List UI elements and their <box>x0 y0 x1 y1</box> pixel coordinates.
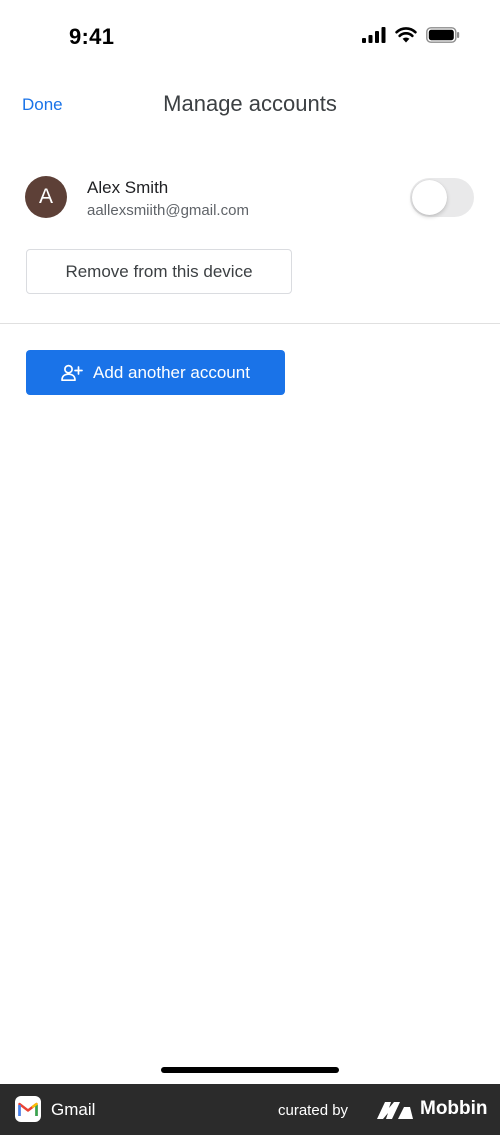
footer-brand: Mobbin <box>420 1098 488 1119</box>
wifi-icon <box>395 27 417 43</box>
nav-bar: Done Manage accounts <box>0 80 500 130</box>
toggle-knob <box>412 180 447 215</box>
status-icons <box>362 27 460 43</box>
add-person-icon <box>61 364 83 381</box>
battery-icon <box>426 27 460 43</box>
cellular-signal-icon <box>362 27 386 43</box>
mobbin-logo-icon <box>377 1102 413 1119</box>
account-name: Alex Smith <box>87 178 169 197</box>
divider <box>0 323 500 324</box>
footer-curated-by: curated by <box>278 1102 349 1119</box>
home-indicator <box>161 1067 339 1073</box>
status-time: 9:41 <box>69 24 115 49</box>
status-bar: 9:41 <box>0 0 500 70</box>
footer-bar: Gmail curated by Mobbin <box>0 1084 500 1135</box>
account-toggle[interactable] <box>410 178 474 217</box>
remove-from-device-button[interactable]: Remove from this device <box>26 249 292 294</box>
gmail-logo-icon <box>15 1096 41 1122</box>
add-another-account-button[interactable]: Add another account <box>26 350 285 395</box>
add-button-label: Add another account <box>93 362 250 382</box>
footer-app-name: Gmail <box>51 1100 96 1119</box>
account-email: aallexsmiith@gmail.com <box>87 202 249 219</box>
remove-button-label: Remove from this device <box>65 261 253 281</box>
avatar: A <box>25 176 67 218</box>
account-row: A Alex Smith aallexsmiith@gmail.com <box>0 168 500 230</box>
page-title: Manage accounts <box>163 91 337 116</box>
